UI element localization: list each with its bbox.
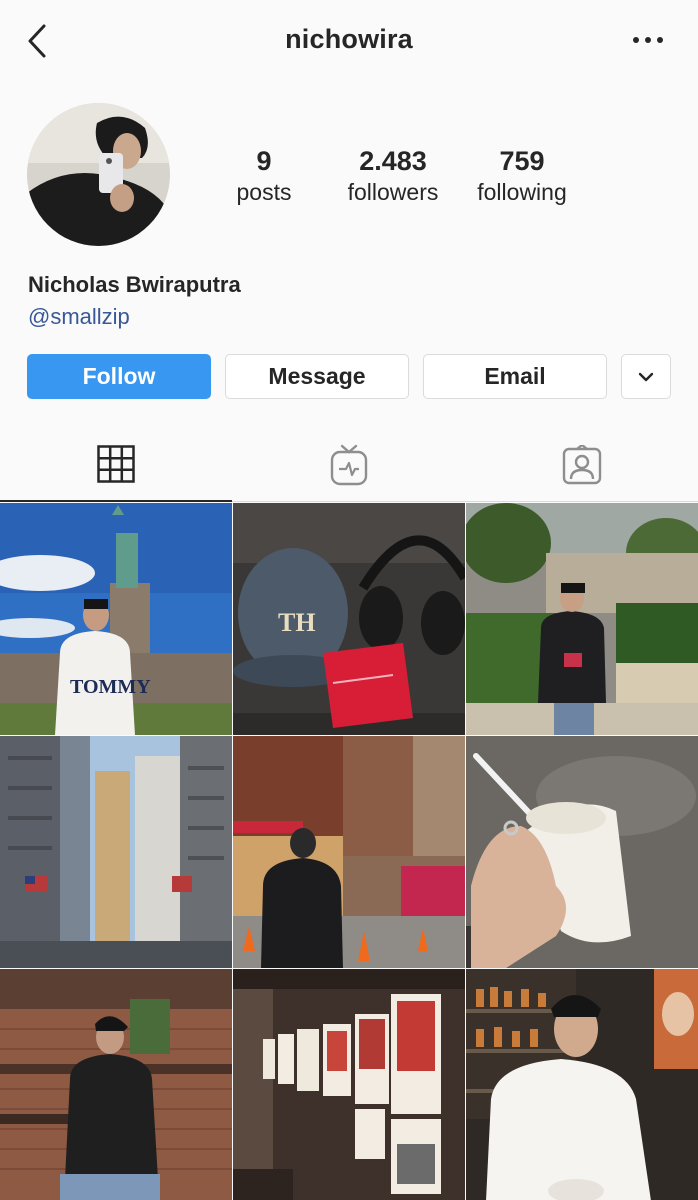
post-thumbnail[interactable] (466, 736, 698, 968)
tab-igtv[interactable] (233, 428, 465, 502)
posts-count-label: posts (236, 179, 292, 205)
handle-link[interactable]: @smallzip (28, 304, 130, 330)
tab-grid[interactable] (0, 428, 232, 502)
svg-text:TOMMY: TOMMY (70, 676, 151, 698)
tab-tagged[interactable] (466, 428, 698, 502)
followers-count[interactable]: 2.483 followers (323, 146, 463, 208)
email-button[interactable]: Email (423, 354, 607, 399)
posts-count[interactable]: 9 posts (194, 146, 334, 208)
following-count-value: 759 (499, 146, 545, 176)
post-thumbnail[interactable]: TOMMY (0, 503, 232, 735)
post-thumbnail[interactable] (466, 503, 698, 735)
follow-button[interactable]: Follow (27, 354, 211, 399)
message-button[interactable]: Message (225, 354, 409, 399)
posts-grid: TOMMY TH (0, 503, 698, 1200)
profile-tabs (0, 428, 698, 502)
followers-count-label: followers (347, 179, 439, 205)
posts-count-value: 9 (256, 146, 272, 176)
post-thumbnail[interactable] (0, 736, 232, 968)
post-thumbnail[interactable] (466, 969, 698, 1200)
chevron-down-icon (638, 372, 654, 381)
svg-text:TH: TH (278, 608, 316, 637)
post-thumbnail[interactable] (233, 969, 465, 1200)
igtv-icon (330, 444, 368, 486)
more-actions-button[interactable] (621, 354, 671, 399)
display-name: Nicholas Bwiraputra (28, 272, 241, 297)
avatar[interactable] (27, 103, 170, 246)
following-count[interactable]: 759 following (452, 146, 592, 208)
page-title: nichowira (285, 24, 413, 54)
post-thumbnail[interactable] (233, 736, 465, 968)
tagged-icon (562, 445, 602, 485)
more-horizontal-icon[interactable] (628, 28, 668, 52)
post-thumbnail[interactable]: TH (233, 503, 465, 735)
grid-icon (97, 445, 135, 483)
top-bar: nichowira (0, 0, 698, 82)
post-thumbnail[interactable] (0, 969, 232, 1200)
followers-count-value: 2.483 (359, 146, 427, 176)
following-count-label: following (477, 179, 567, 205)
